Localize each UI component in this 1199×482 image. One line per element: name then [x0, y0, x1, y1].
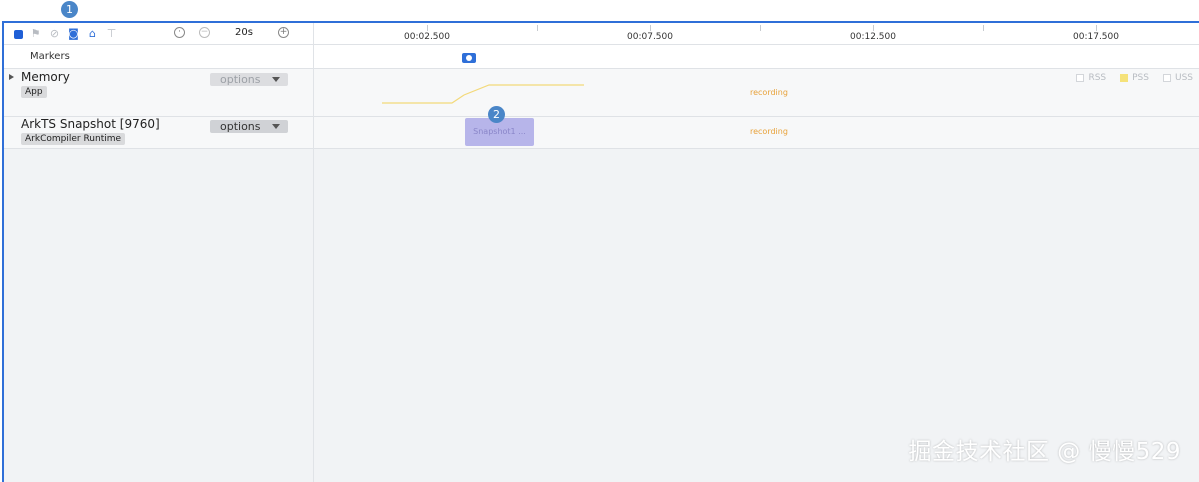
zoom-out-icon[interactable]: −	[199, 27, 210, 38]
record-stop-icon[interactable]	[14, 29, 23, 39]
options-label: options	[220, 120, 261, 133]
track-memory-label: Memory App options	[4, 69, 313, 117]
legend-label: RSS	[1088, 73, 1107, 83]
legend-item-uss[interactable]: USS	[1162, 73, 1193, 83]
track-labels-column: ⚑ ⊘ ◙ ⌂ ⊤ · − 20s + Markers Memory App o…	[4, 23, 314, 482]
track-title-memory: Memory	[21, 70, 70, 84]
clock-icon[interactable]: ·	[174, 27, 185, 38]
camera-icon[interactable]: ◙	[67, 27, 80, 40]
legend-swatch-pss	[1120, 74, 1129, 82]
tick-mark	[1096, 25, 1097, 31]
tick-label: 00:12.500	[850, 32, 896, 42]
tick-mark	[427, 25, 428, 31]
callout-badge-2: 2	[488, 106, 505, 123]
gc-icon[interactable]: ⊘	[48, 27, 61, 40]
toolbar: ⚑ ⊘ ◙ ⌂ ⊤ · − 20s +	[4, 23, 313, 45]
memory-track-graph[interactable]: recording RSS PSS USS	[314, 69, 1199, 117]
expand-caret-icon[interactable]	[9, 74, 14, 80]
markers-row-label: Markers	[4, 45, 313, 69]
track-tag-app: App	[21, 86, 47, 98]
snapshot-marker-camera-icon[interactable]	[462, 53, 476, 63]
flag-icon[interactable]: ⚑	[29, 27, 42, 40]
legend-label: USS	[1174, 73, 1193, 83]
zoom-controls: · − 20s +	[174, 27, 289, 38]
profiler-panel: ⚑ ⊘ ◙ ⌂ ⊤ · − 20s + Markers Memory App o…	[2, 21, 1199, 482]
recording-status: recording	[750, 88, 788, 97]
callout-badge-1: 1	[61, 1, 78, 18]
building-icon[interactable]: ⌂	[86, 27, 99, 40]
tick-mark	[760, 25, 761, 31]
track-title-snapshot: ArkTS Snapshot [9760]	[21, 117, 160, 131]
tick-mark	[873, 25, 874, 31]
zoom-in-icon[interactable]: +	[278, 27, 289, 38]
tick-label: 00:17.500	[1073, 32, 1119, 42]
legend-swatch-rss	[1076, 74, 1085, 82]
timeline-ruler[interactable]: 00:02.500 00:07.500 00:12.500 00:17.500	[314, 23, 1199, 45]
tick-label: 00:07.500	[627, 32, 673, 42]
recording-status: recording	[750, 127, 788, 136]
tick-mark	[537, 25, 538, 31]
tick-mark	[983, 25, 984, 31]
legend-item-pss[interactable]: PSS	[1120, 73, 1149, 83]
watermark: 掘金技术社区 @ 慢慢529	[908, 439, 1181, 465]
timeline-column: 00:02.500 00:07.500 00:12.500 00:17.500 …	[314, 23, 1199, 482]
options-dropdown-memory[interactable]: options	[210, 73, 288, 86]
track-snapshot-label: ArkTS Snapshot [9760] ArkCompiler Runtim…	[4, 117, 313, 149]
options-dropdown-snapshot[interactable]: options	[210, 120, 288, 133]
time-ticks: 00:02.500 00:07.500 00:12.500 00:17.500	[314, 23, 1199, 45]
filter-icon[interactable]: ⊤	[105, 27, 118, 40]
options-label: options	[220, 73, 261, 86]
legend-item-rss[interactable]: RSS	[1076, 73, 1106, 83]
chevron-down-icon	[272, 77, 280, 82]
markers-row[interactable]	[314, 45, 1199, 69]
track-tag-runtime: ArkCompiler Runtime	[21, 133, 126, 145]
tick-label: 00:02.500	[404, 32, 450, 42]
legend: RSS PSS USS	[1076, 73, 1193, 83]
snapshot-track-graph[interactable]: Snapshot1 ... recording	[314, 117, 1199, 149]
chevron-down-icon	[272, 124, 280, 129]
legend-label: PSS	[1132, 73, 1149, 83]
zoom-level: 20s	[235, 27, 253, 38]
legend-swatch-uss	[1162, 74, 1171, 82]
toolbar-icons: ⚑ ⊘ ◙ ⌂ ⊤	[14, 27, 118, 40]
tick-mark	[650, 25, 651, 31]
markers-label: Markers	[30, 51, 70, 62]
